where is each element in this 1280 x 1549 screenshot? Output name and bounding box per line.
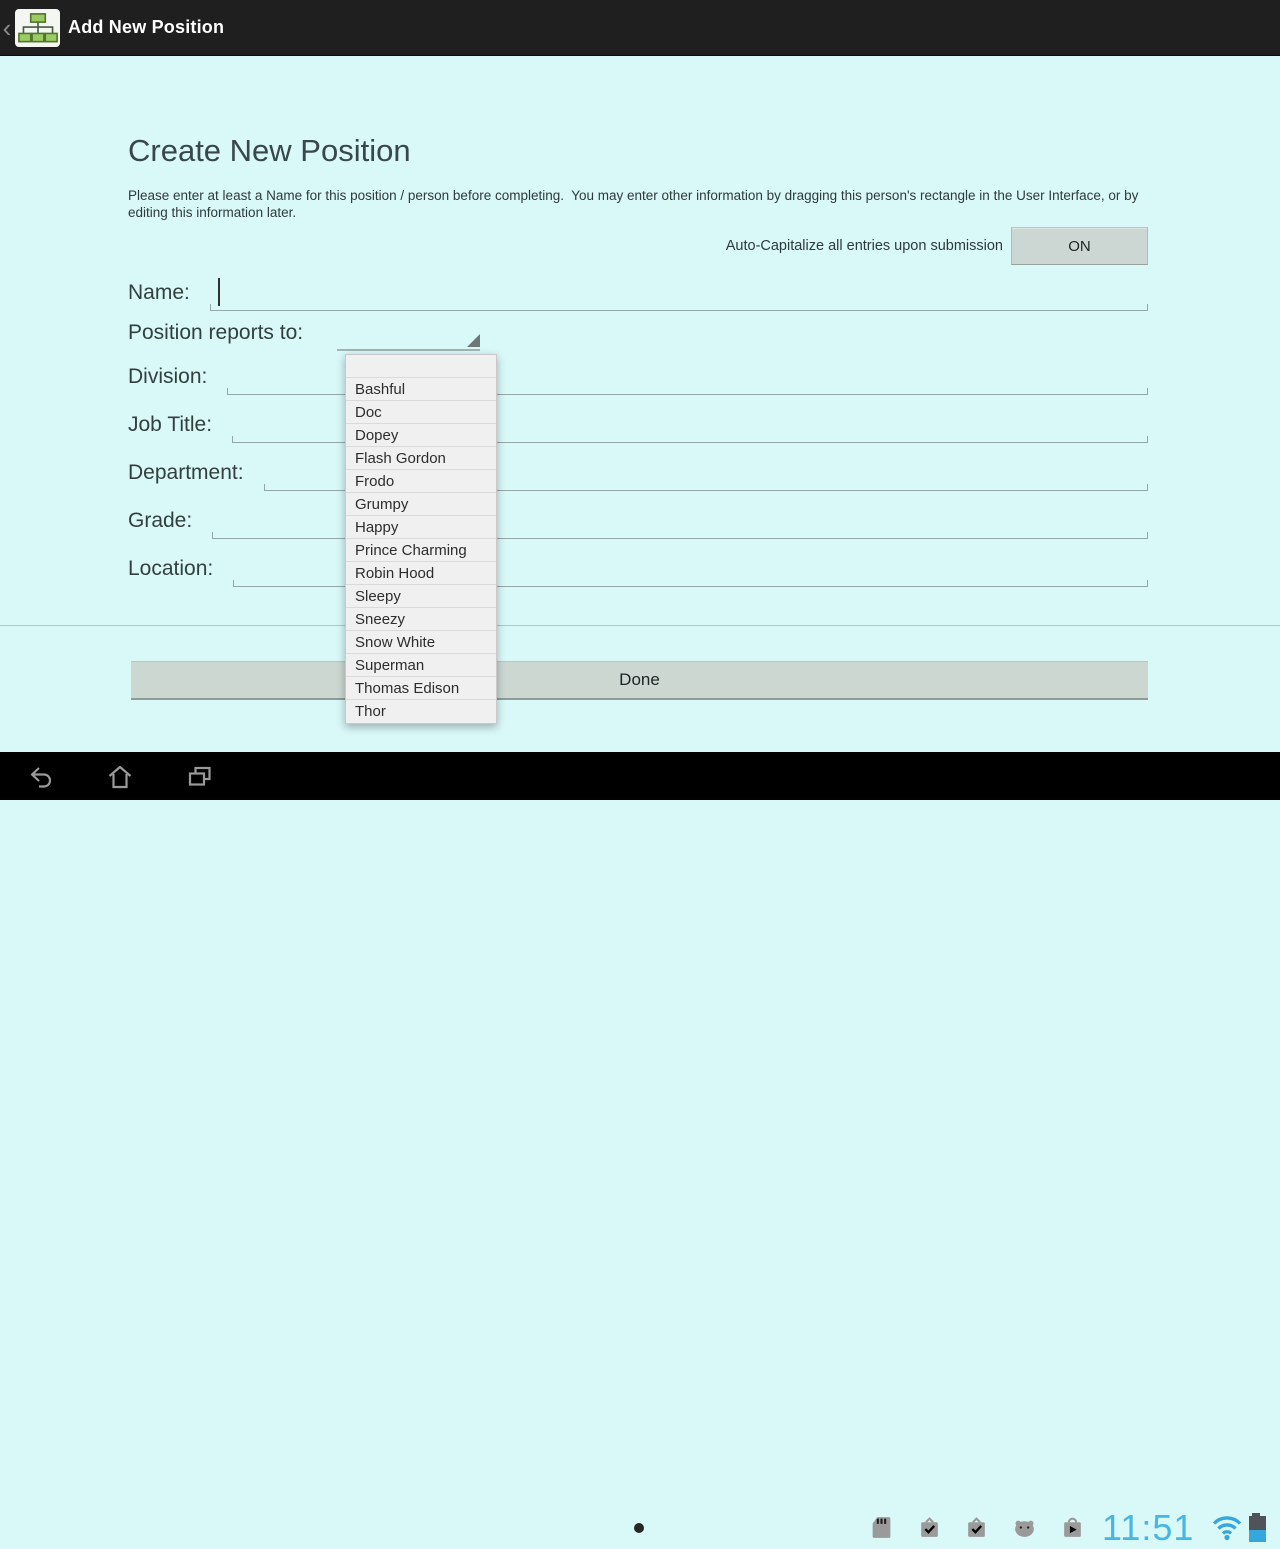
dropdown-option[interactable]: Sneezy [346,608,496,631]
back-chevron-icon[interactable]: ‹ [0,0,14,56]
nav-home-icon[interactable] [107,764,133,790]
nav-back-icon[interactable] [27,764,53,790]
grade-label: Grade: [128,501,192,539]
text-cursor [218,278,220,306]
wifi-icon [1212,1514,1242,1542]
form-row-reports-to: Position reports to: [128,313,1148,351]
download-done-icon [964,1515,989,1540]
clock: 11:51 [1102,1507,1194,1549]
name-input[interactable] [210,273,1148,311]
form-row-department: Department: [128,453,1148,491]
org-chart-icon [18,12,58,44]
sd-card-icon [869,1515,894,1540]
system-navigation-bar: 11:51 [0,752,1280,800]
dropdown-option[interactable]: Happy [346,516,496,539]
dropdown-option[interactable]: Sleepy [346,585,496,608]
form-row-name: Name: [128,273,1148,311]
dropdown-option[interactable]: Snow White [346,631,496,654]
window-title: Add New Position [68,17,224,38]
battery-icon [1249,1513,1266,1542]
android-icon [1012,1515,1037,1540]
battery-body [1249,1516,1266,1542]
form-row-location: Location: [128,549,1148,587]
autocapitalize-toggle[interactable]: ON [1011,227,1148,265]
form-row-division: Division: [128,357,1148,395]
dropdown-option[interactable]: Grumpy [346,493,496,516]
division-label: Division: [128,357,207,395]
section-divider [0,625,1280,626]
dropdown-option[interactable]: Robin Hood [346,562,496,585]
app-icon-button[interactable] [15,9,60,47]
form-row-job-title: Job Title: [128,405,1148,443]
dropdown-option[interactable]: Thor [346,700,496,723]
job-title-label: Job Title: [128,405,212,443]
dropdown-option[interactable]: Thomas Edison [346,677,496,700]
department-label: Department: [128,453,244,491]
dropdown-option[interactable]: Flash Gordon [346,447,496,470]
dropdown-option[interactable]: Bashful [346,378,496,401]
reports-to-dropdown: Bashful Doc Dopey Flash Gordon Frodo Gru… [345,354,497,724]
instructions-text: Please enter at least a Name for this po… [128,188,1152,221]
play-store-download-icon [1060,1515,1085,1540]
dropdown-option[interactable]: Doc [346,401,496,424]
form-page: Create New Position Please enter at leas… [0,57,1280,752]
dropdown-option[interactable]: Superman [346,654,496,677]
page-title: Create New Position [128,133,411,169]
autocapitalize-row: Auto-Capitalize all entries upon submiss… [128,227,1148,265]
battery-charge-level [1249,1530,1266,1542]
download-done-icon [917,1515,942,1540]
reports-to-label: Position reports to: [128,313,303,351]
nav-recent-apps-icon[interactable] [187,764,213,790]
dropdown-option[interactable]: Prince Charming [346,539,496,562]
name-label: Name: [128,273,190,311]
autocapitalize-label: Auto-Capitalize all entries upon submiss… [726,238,1003,254]
action-bar: ‹ Add New Position [0,0,1280,56]
dropdown-option[interactable]: Frodo [346,470,496,493]
spinner-caret-icon [467,334,480,347]
menu-dot [634,1523,644,1533]
dropdown-option[interactable] [346,355,496,378]
location-label: Location: [128,549,213,587]
done-button[interactable]: Done [131,661,1148,700]
dropdown-option[interactable]: Dopey [346,424,496,447]
reports-to-spinner[interactable] [337,313,480,351]
form-row-grade: Grade: [128,501,1148,539]
